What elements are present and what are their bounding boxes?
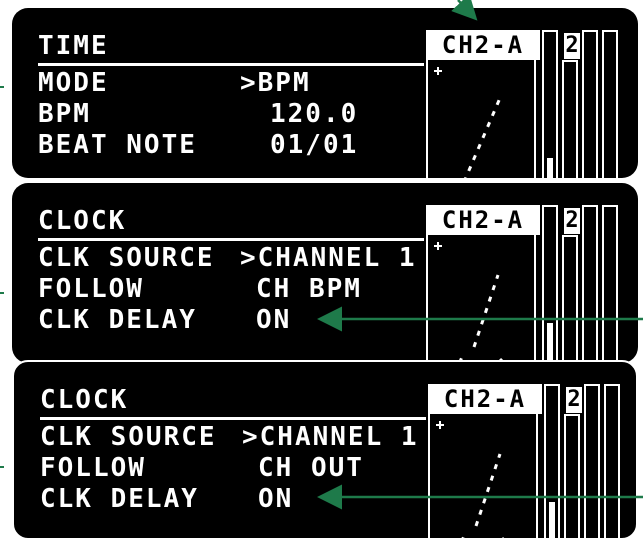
annotation-tick [0,466,4,468]
annotation-tick [0,86,4,88]
annotation-arrow-icon [451,0,478,21]
annotation-tick [0,292,4,294]
annotation-layer [0,0,643,510]
